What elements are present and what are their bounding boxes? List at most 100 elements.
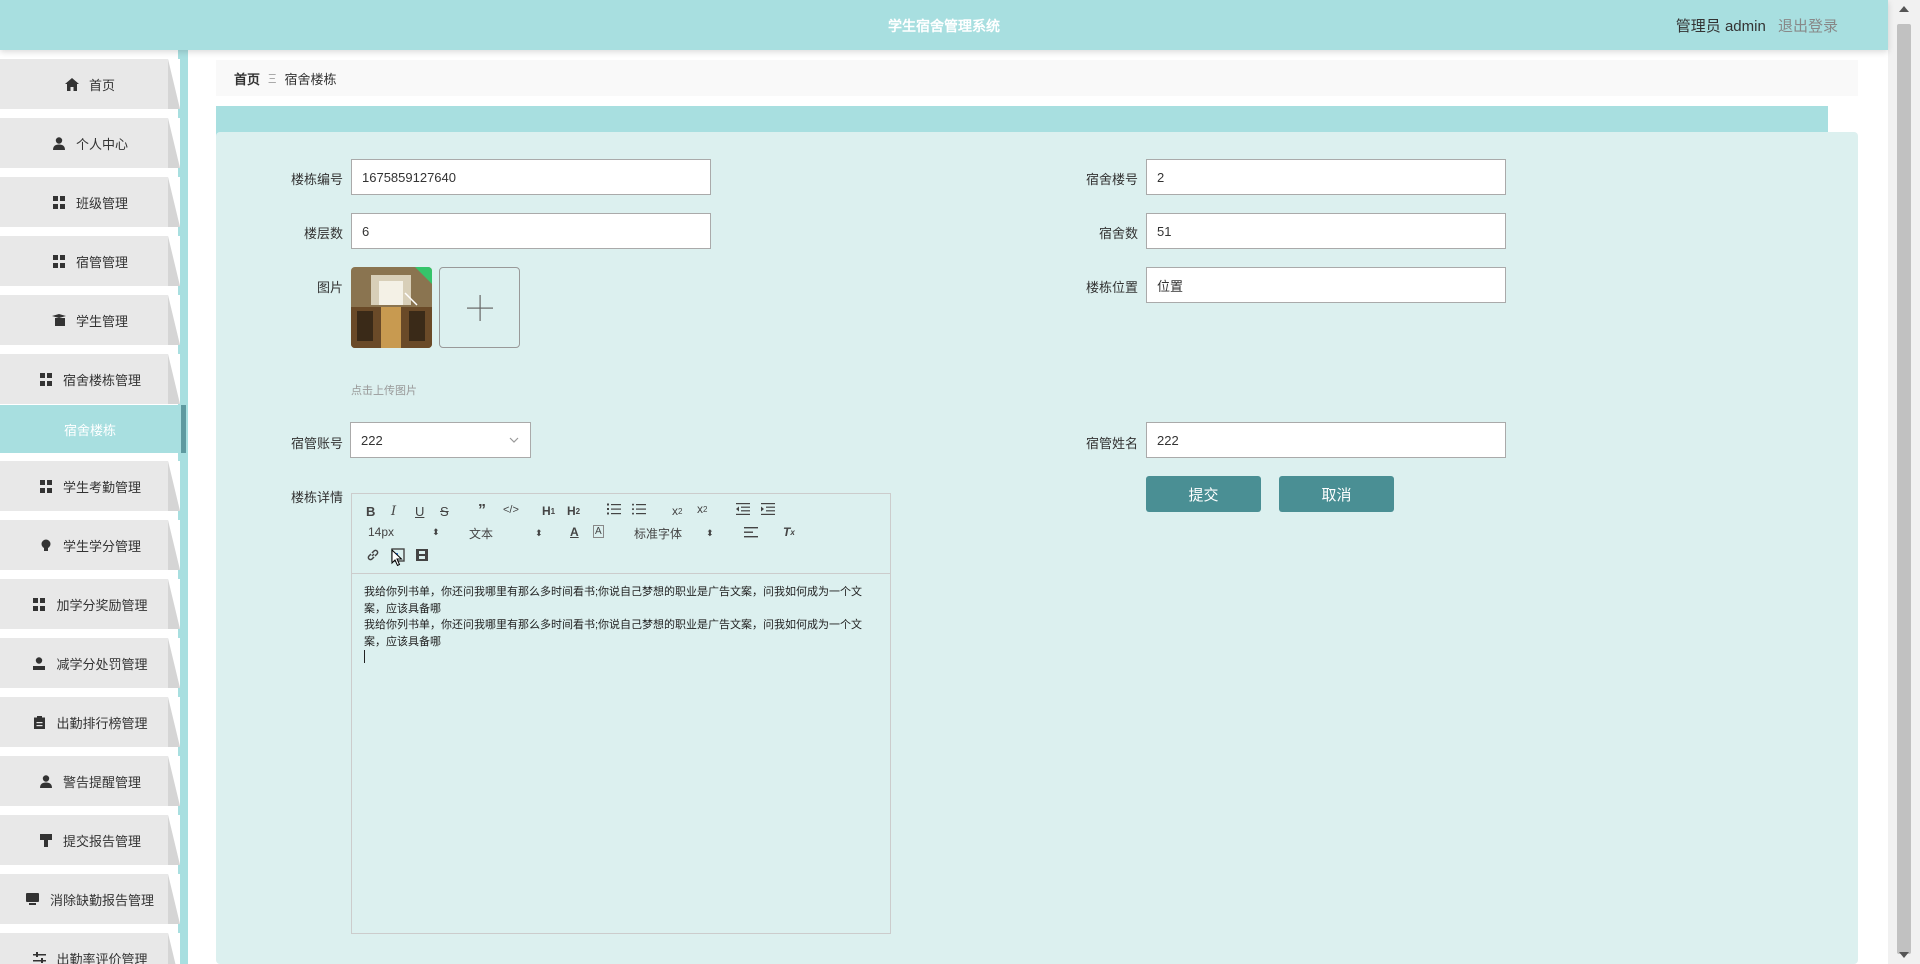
dorm-building-label: 宿舍楼号: [1085, 172, 1138, 187]
sidebar-item-label: 宿舍楼栋管理: [62, 372, 141, 388]
select-arrows-icon: ⬍: [432, 526, 440, 537]
sidebar: 首页 个人中心 班级管理 宿管管理 学生管理 宿舍楼栋管理 宿舍楼栋 学生考勤管…: [0, 50, 188, 964]
clipboard-icon: [32, 715, 46, 729]
breadcrumb: 首页 Ξ 宿舍楼栋: [216, 60, 1858, 96]
sidebar-item-penalty[interactable]: 减学分处罚管理: [0, 638, 180, 688]
sidebar-item-profile[interactable]: 个人中心: [0, 118, 180, 168]
h2-icon[interactable]: H2: [567, 504, 580, 518]
logout-link[interactable]: 退出登录: [1778, 18, 1838, 35]
sidebar-item-label: 出勤率评价管理: [56, 951, 148, 964]
grid-icon: [32, 597, 46, 611]
submit-button[interactable]: 提交: [1146, 476, 1261, 512]
image-upload-button[interactable]: [439, 267, 520, 348]
dorm-building-input[interactable]: 2: [1146, 159, 1506, 195]
sidebar-subitem-building[interactable]: 宿舍楼栋: [0, 405, 186, 453]
details-editor: B I U S ” </> H1 H2 x2 x2 14px ⬍ 文本 ⬍ A …: [351, 493, 891, 934]
breadcrumb-home[interactable]: 首页: [234, 69, 260, 88]
monitor-icon: [26, 892, 40, 906]
floors-input[interactable]: 6: [351, 213, 711, 249]
student-icon: [51, 313, 66, 327]
scroll-down-arrow-icon[interactable]: [1899, 952, 1909, 958]
dorm-count-input[interactable]: 51: [1146, 213, 1506, 249]
breadcrumb-current: 宿舍楼栋: [284, 71, 337, 87]
manager-account-select[interactable]: 222: [350, 422, 531, 458]
manager-account-label: 宿管账号: [290, 436, 343, 451]
font-size-select[interactable]: 14px ⬍: [368, 525, 440, 539]
manager-account-value: 222: [361, 432, 383, 448]
sidebar-item-dorm-manager[interactable]: 宿管管理: [0, 236, 180, 286]
sidebar-item-label: 加学分奖励管理: [56, 597, 148, 613]
underline-icon[interactable]: U: [415, 504, 424, 519]
floors-label: 楼层数: [303, 226, 343, 241]
code-icon[interactable]: </>: [503, 504, 519, 516]
location-label: 楼栋位置: [1085, 280, 1138, 295]
sidebar-item-home[interactable]: 首页: [0, 59, 180, 109]
h1-icon[interactable]: H1: [542, 504, 555, 518]
sidebar-item-reward[interactable]: 加学分奖励管理: [0, 579, 180, 629]
user-area: 管理员 admin 退出登录: [1676, 15, 1838, 36]
manager-name-input[interactable]: 222: [1146, 422, 1506, 458]
sidebar-item-warning[interactable]: 警告提醒管理: [0, 756, 180, 806]
video-insert-icon[interactable]: [415, 548, 429, 562]
font-family-value: 标准字体: [634, 527, 683, 541]
bold-icon[interactable]: B: [366, 504, 375, 519]
ordered-list-icon[interactable]: [607, 503, 621, 515]
italic-icon[interactable]: I: [391, 504, 396, 519]
bullet-list-icon[interactable]: [632, 503, 646, 515]
sidebar-item-attendance[interactable]: 学生考勤管理: [0, 461, 180, 511]
uploaded-image-thumbnail[interactable]: [351, 267, 432, 348]
cancel-button[interactable]: 取消: [1279, 476, 1394, 512]
sidebar-item-report[interactable]: 提交报告管理: [0, 815, 180, 865]
sliders-icon: [32, 951, 46, 964]
font-family-select[interactable]: 标准字体 ⬍: [634, 525, 714, 542]
manager-name-label: 宿管姓名: [1085, 436, 1138, 451]
sidebar-item-label: 出勤排行榜管理: [56, 715, 148, 731]
sidebar-item-label: 提交报告管理: [62, 833, 141, 849]
indent-icon[interactable]: [761, 503, 775, 515]
user-icon: [52, 136, 66, 150]
app-title: 学生宿舍管理系统: [888, 18, 1000, 34]
editor-content[interactable]: 我给你列书单，你还问我哪里有那么多时间看书;你说自己梦想的职业是广告文案，问我如…: [364, 584, 874, 669]
dorm-count-label: 宿舍数: [1098, 226, 1138, 241]
location-input[interactable]: 位置: [1146, 267, 1506, 303]
bulb-icon: [39, 538, 53, 552]
sidebar-item-absence-report[interactable]: 消除缺勤报告管理: [0, 874, 180, 924]
clear-format-icon[interactable]: Tx: [783, 525, 795, 539]
select-arrows-icon: ⬍: [535, 528, 543, 538]
superscript-icon[interactable]: x2: [697, 502, 707, 516]
chevron-down-icon: [508, 434, 520, 449]
strike-icon[interactable]: S: [440, 504, 449, 519]
subscript-icon[interactable]: x2: [672, 504, 682, 518]
plus-icon: [466, 294, 493, 321]
page-scrollbar[interactable]: [1888, 0, 1920, 964]
sidebar-item-student[interactable]: 学生管理: [0, 295, 180, 345]
scroll-up-arrow-icon[interactable]: [1899, 6, 1909, 12]
editor-toolbar: B I U S ” </> H1 H2 x2 x2 14px ⬍ 文本 ⬍ A …: [352, 494, 890, 574]
background-color-icon[interactable]: A: [593, 525, 604, 538]
grid-icon: [52, 195, 66, 209]
blockquote-icon[interactable]: ”: [478, 502, 486, 520]
editor-paragraph: 我给你列书单，你还问我哪里有那么多时间看书;你说自己梦想的职业是广告文案，问我如…: [364, 586, 863, 615]
grid-icon: [39, 372, 53, 386]
editor-paragraph: 我给你列书单，你还问我哪里有那么多时间看书;你说自己梦想的职业是广告文案，问我如…: [364, 619, 863, 648]
grid-icon: [52, 254, 66, 268]
sidebar-item-ranking[interactable]: 出勤排行榜管理: [0, 697, 180, 747]
sidebar-item-class[interactable]: 班级管理: [0, 177, 180, 227]
align-icon[interactable]: [744, 526, 758, 538]
scrollbar-thumb[interactable]: [1897, 24, 1911, 954]
user-icon: [39, 774, 53, 788]
sidebar-item-building[interactable]: 宿舍楼栋管理: [0, 354, 180, 404]
text-type-select[interactable]: 文本 ⬍: [469, 525, 543, 542]
building-no-input[interactable]: 1675859127640: [351, 159, 711, 195]
font-color-icon[interactable]: A: [570, 525, 579, 539]
details-label: 楼栋详情: [290, 490, 343, 505]
sidebar-item-credits[interactable]: 学生学分管理: [0, 520, 180, 570]
font-size-value: 14px: [368, 525, 395, 539]
outdent-icon[interactable]: [736, 503, 750, 515]
user-label: 管理员 admin: [1675, 18, 1766, 35]
sidebar-item-rate-eval[interactable]: 出勤率评价管理: [0, 933, 180, 964]
user-icon: [32, 656, 46, 670]
link-icon[interactable]: [366, 548, 380, 562]
sidebar-item-label: 学生考勤管理: [62, 479, 141, 495]
sidebar-item-label: 警告提醒管理: [62, 774, 141, 790]
